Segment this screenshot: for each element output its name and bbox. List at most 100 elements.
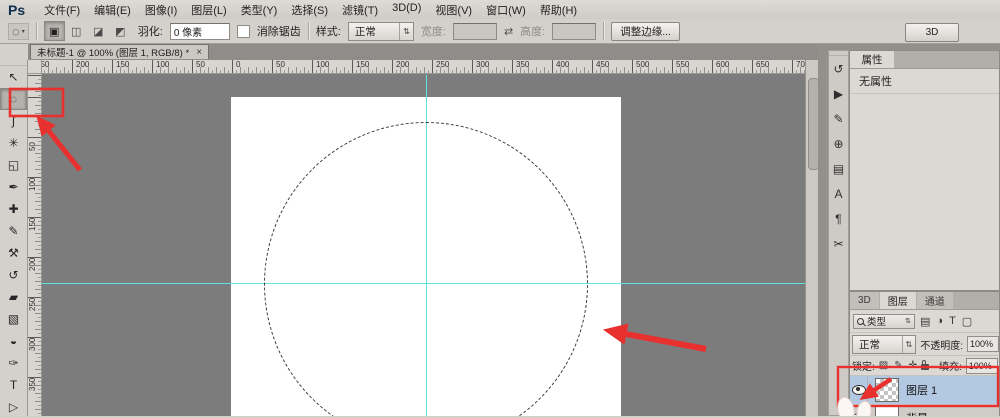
blend-mode-dropdown[interactable]: 正常 ⇅ [852, 335, 916, 354]
dodge-tool[interactable]: ◒ [0, 330, 27, 352]
lock-position-icon[interactable]: ✛ [909, 360, 917, 371]
separator [603, 22, 604, 40]
intersect-selection-button[interactable]: ◩ [110, 21, 131, 41]
type-tool[interactable]: T [0, 374, 27, 396]
opacity-value[interactable]: 100% [967, 336, 999, 352]
workspace-3d-button[interactable]: 3D [905, 23, 959, 42]
filter-pixel-layers-icon[interactable]: ▤ [920, 315, 930, 328]
filter-type-dropdown[interactable]: 类型 ⇅ [853, 314, 915, 329]
eyedropper-tool[interactable]: ✒ [0, 176, 27, 198]
elliptical-marquee-icon: ◌ [12, 25, 20, 38]
feather-input[interactable]: 0 像素 [170, 23, 230, 40]
ruler-origin-corner[interactable] [28, 60, 42, 74]
ruler-label: 400 [556, 61, 569, 69]
antialias-label: 消除锯齿 [257, 23, 301, 39]
horizontal-ruler[interactable]: 2502001501005005010015020025030035040045… [30, 60, 805, 74]
separator [36, 22, 37, 40]
style-dropdown[interactable]: 正常 ⇅ [348, 22, 414, 41]
clone-source-panel-icon[interactable]: ⊕ [829, 131, 848, 156]
lock-transparency-icon[interactable]: ▨ [879, 360, 888, 371]
menu-item[interactable]: 图层(L) [184, 0, 233, 20]
canvas-area: 2502001501005005010015020025030035040045… [28, 60, 805, 416]
menu-item[interactable]: 文件(F) [37, 0, 87, 20]
width-input[interactable] [453, 23, 497, 40]
ruler-label: 150 [29, 218, 37, 231]
actions-panel-icon[interactable]: ▶ [829, 81, 848, 106]
tab-channels[interactable]: 通道 [917, 292, 953, 309]
fill-value[interactable]: 100% [966, 358, 998, 374]
vertical-scrollbar[interactable] [805, 60, 818, 416]
ruler-label: 500 [636, 61, 649, 69]
collapsed-panel-strip: ↺▶✎⊕▤A¶✂ [828, 50, 849, 416]
pen-tool[interactable]: ✑ [0, 352, 27, 374]
paragraph-panel-icon[interactable]: ¶ [829, 206, 848, 231]
lock-paint-icon[interactable]: ✎ [894, 360, 902, 371]
ruler-label: 50 [196, 61, 205, 69]
layer-row-background[interactable]: 背景 [850, 404, 999, 416]
layers-panel: 3D图层通道 类型 ⇅ ▤◑T▢ 正常 ⇅ 不透明度: 100% 锁定: ▨✎✛ [849, 291, 1000, 416]
chevron-down-icon: ▾ [22, 28, 25, 35]
quick-selection-tool[interactable]: ✳ [0, 132, 27, 154]
properties-tab-bar: 属性 [850, 51, 999, 69]
menu-item[interactable]: 滤镜(T) [335, 0, 385, 20]
menu-item[interactable]: 图像(I) [138, 0, 184, 20]
ruler-label: 200 [29, 258, 37, 271]
menu-item[interactable]: 选择(S) [284, 0, 335, 20]
search-icon [857, 318, 864, 325]
menu-item[interactable]: 类型(Y) [234, 0, 285, 20]
add-to-selection-button[interactable]: ◫ [66, 21, 87, 41]
filter-shape-layers-icon[interactable]: ▢ [962, 315, 972, 328]
lock-all-icon[interactable] [921, 364, 929, 370]
visibility-eye-icon[interactable] [852, 385, 866, 395]
brush-tool[interactable]: ✎ [0, 220, 27, 242]
eraser-tool[interactable]: ▰ [0, 286, 27, 308]
vertical-ruler[interactable]: 50100150200250300350400 [28, 74, 42, 416]
menu-item[interactable]: 窗口(W) [479, 0, 533, 20]
tool-presets-panel-icon[interactable]: ✂ [829, 231, 848, 256]
fill-label: 填充: [939, 358, 962, 373]
ruler-label: 450 [596, 61, 609, 69]
crop-tool[interactable]: ◱ [0, 154, 27, 176]
move-tool[interactable]: ↖ [0, 66, 27, 88]
healing-brush-tool[interactable]: ✚ [0, 198, 27, 220]
layer-comps-panel-icon[interactable]: ▤ [829, 156, 848, 181]
document-tab[interactable]: 未标题-1 @ 100% (图层 1, RGB/8) * × [30, 44, 209, 59]
path-selection-tool[interactable]: ▷ [0, 396, 27, 418]
link-dimensions-icon[interactable]: ⇄ [504, 25, 513, 38]
layers-tab-bar: 3D图层通道 [850, 292, 999, 310]
subtract-from-selection-button[interactable]: ◪ [88, 21, 109, 41]
layer-row-layer1[interactable]: 图层 1 [850, 376, 999, 404]
filter-icons: ▤ ◑ T ▢ [920, 315, 972, 328]
tab-3d[interactable]: 3D [850, 292, 879, 309]
menu-item[interactable]: 3D(D) [385, 0, 428, 20]
history-brush-tool[interactable]: ↺ [0, 264, 27, 286]
history-panel-icon[interactable]: ↺ [829, 56, 848, 81]
menu-item[interactable]: 编辑(E) [87, 0, 138, 20]
menu-item[interactable]: 视图(V) [428, 0, 479, 20]
height-input[interactable] [552, 23, 596, 40]
layer-thumbnail[interactable] [875, 378, 899, 402]
current-tool-preview[interactable]: ◌ ▾ [8, 23, 29, 40]
antialias-checkbox[interactable] [237, 25, 250, 38]
ruler-label: 350 [516, 61, 529, 69]
close-icon[interactable]: × [196, 47, 202, 58]
clone-stamp-tool[interactable]: ⚒ [0, 242, 27, 264]
style-label: 样式: [316, 23, 341, 39]
menu-item[interactable]: 帮助(H) [533, 0, 584, 20]
gradient-tool[interactable]: ▧ [0, 308, 27, 330]
tab-properties[interactable]: 属性 [850, 51, 894, 68]
dropdown-arrows-icon: ⇅ [902, 336, 916, 353]
layer-thumbnail[interactable] [875, 406, 899, 416]
elliptical-marquee-tool[interactable]: ◌ [0, 88, 27, 110]
tool-list: ↖ ◌ ʃ ✳ ◱ ✒ ✚ ✎ ⚒ ↺ ▰ ▧ [0, 66, 27, 418]
character-panel-icon[interactable]: A [829, 181, 848, 206]
filter-type-layers-icon[interactable]: T [949, 315, 956, 328]
new-selection-button[interactable]: ▣ [44, 21, 65, 41]
brush-panel-icon[interactable]: ✎ [829, 106, 848, 131]
tab-layers[interactable]: 图层 [880, 292, 916, 309]
tools-panel: ↖ ◌ ʃ ✳ ◱ ✒ ✚ ✎ ⚒ ↺ ▰ ▧ [0, 60, 28, 416]
feather-label: 羽化: [138, 23, 163, 39]
lasso-tool[interactable]: ʃ [0, 110, 27, 132]
refine-edge-button[interactable]: 调整边缘... [611, 22, 680, 41]
filter-adjustment-layers-icon[interactable]: ◑ [936, 315, 943, 328]
